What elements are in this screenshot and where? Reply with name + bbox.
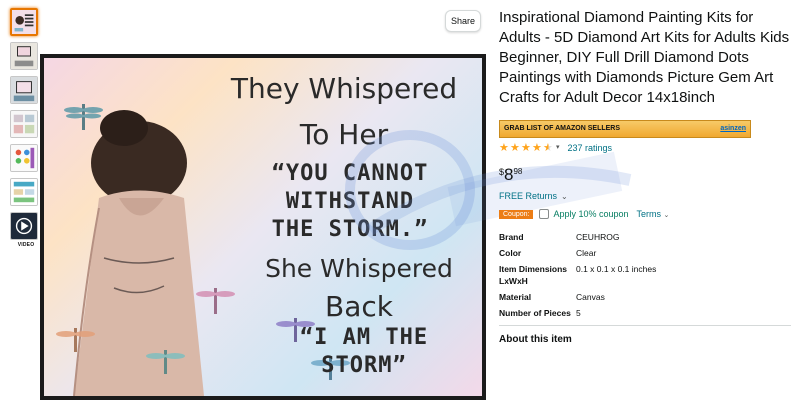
star-full-icon: ★	[521, 141, 531, 154]
poster-quote-1-c: THE STORM.”	[271, 217, 429, 242]
details-value: Canvas	[576, 292, 605, 302]
thumbnail-5[interactable]	[10, 144, 38, 172]
chevron-down-icon: ⌄	[663, 212, 670, 219]
about-heading: About this item	[499, 334, 572, 345]
thumbnail-2[interactable]	[10, 42, 38, 70]
thumbnail-6[interactable]	[10, 178, 38, 206]
product-title: Inspirational Diamond Painting Kits for …	[499, 9, 790, 106]
poster-line-1: They Whispered	[230, 72, 458, 105]
star-full-icon: ★	[532, 141, 542, 154]
poster-quote-2-b: STORM”	[321, 353, 407, 378]
video-play-icon	[11, 213, 37, 239]
details-key: Brand	[499, 232, 524, 242]
video-label: VIDEO	[17, 242, 35, 248]
terms-link[interactable]: Terms ⌄	[637, 209, 670, 219]
details-value: Clear	[576, 248, 597, 258]
kit-contents-thumbnail-icon	[11, 111, 37, 137]
dragonfly-icon	[196, 288, 235, 314]
seller-list-bar[interactable]: GRAB LIST OF AMAZON SELLERS asinzen	[499, 120, 751, 138]
coupon-row: Coupon: Apply 10% coupon Terms ⌄	[499, 207, 791, 221]
details-value: 5	[576, 308, 581, 318]
details-key: Material	[499, 292, 532, 302]
product-details-table: Brand CEUHROG Color Clear Item Dimension…	[499, 231, 791, 319]
steps-thumbnail-icon	[11, 179, 37, 205]
details-row-pieces: Number of Pieces 5	[499, 307, 791, 319]
poster-quote-1-b: WITHSTAND	[285, 189, 415, 214]
details-key: Item Dimensions LxWxH	[499, 264, 568, 286]
poster-quote-2-a: “I AM THE	[299, 325, 429, 350]
details-row-dimensions: Item Dimensions LxWxH 0.1 x 0.1 x 0.1 in…	[499, 263, 791, 287]
divider	[499, 325, 791, 326]
thumbnail-strip: VIDEO	[10, 8, 42, 248]
poster-quote-1-a: “YOU CANNOT	[271, 161, 429, 186]
star-full-icon: ★	[510, 141, 520, 154]
price-whole: 8	[504, 165, 514, 184]
details-key: Color	[499, 248, 522, 258]
seller-bar-label: GRAB LIST OF AMAZON SELLERS	[504, 125, 621, 132]
chevron-down-icon: ⌄	[561, 192, 568, 201]
details-key: Number of Pieces	[499, 308, 571, 318]
main-product-image[interactable]: They Whispered To Her “YOU CANNOT WITHST…	[40, 54, 486, 400]
poster-line-4: She Whispered	[265, 254, 453, 283]
details-row-color: Color Clear	[499, 247, 791, 259]
details-value: CEUHROG	[576, 232, 620, 242]
poster-thumbnail-icon	[12, 10, 36, 34]
poster-quote-1: “YOU CANNOT WITHSTAND THE STORM.”	[230, 160, 470, 244]
star-full-icon: ★	[499, 141, 509, 154]
chevron-down-icon[interactable]: ▾	[556, 143, 560, 154]
thumbnail-3[interactable]	[10, 76, 38, 104]
coupon-badge: Coupon:	[499, 209, 534, 219]
poster-line-2: To Her	[299, 118, 389, 151]
thumbnail-1[interactable]	[10, 8, 38, 36]
thumbnail-4[interactable]	[10, 110, 38, 138]
wall-thumbnail-icon	[11, 77, 37, 103]
product-info: Inspirational Diamond Painting Kits for …	[499, 8, 791, 345]
diamonds-thumbnail-icon	[11, 145, 37, 171]
details-row-material: Material Canvas	[499, 291, 791, 303]
share-button[interactable]: Share	[445, 10, 481, 32]
coupon-text[interactable]: Apply 10% coupon	[553, 209, 628, 219]
ratings-count-link[interactable]: 237 ratings	[568, 143, 613, 153]
poster-line-5: Back	[325, 290, 393, 323]
star-rating[interactable]: ★ ★ ★ ★ ★ ▾	[499, 141, 560, 154]
rating-row: ★ ★ ★ ★ ★ ▾ 237 ratings	[499, 142, 791, 154]
free-returns-label: FREE Returns	[499, 191, 558, 201]
free-returns-link[interactable]: FREE Returns ⌄	[499, 191, 791, 203]
thumbnail-video[interactable]	[10, 212, 38, 240]
woman-figure-icon	[73, 110, 204, 396]
details-row-brand: Brand CEUHROG	[499, 231, 791, 243]
dragonfly-icon	[64, 104, 103, 130]
details-value: 0.1 x 0.1 x 0.1 inches	[576, 264, 657, 274]
asinzen-link[interactable]: asinzen	[720, 121, 746, 137]
room-thumbnail-icon	[11, 43, 37, 69]
coupon-checkbox[interactable]	[539, 209, 550, 219]
star-half-icon: ★	[543, 141, 553, 154]
terms-label: Terms	[636, 209, 662, 219]
price-fraction: 98	[513, 167, 523, 176]
poster-quote-2: “I AM THE STORM”	[244, 324, 482, 380]
price: $ 8 98	[499, 165, 791, 185]
